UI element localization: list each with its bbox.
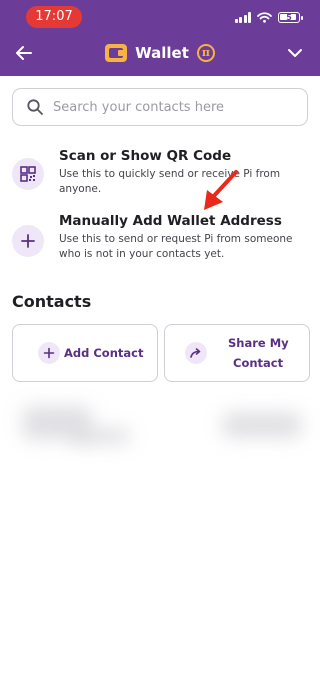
share-contact-label-line2: Contact <box>233 356 284 370</box>
status-time: 17:07 <box>26 6 82 28</box>
battery-icon: 5 <box>278 11 303 23</box>
scan-qr-title: Scan or Show QR Code <box>59 148 232 164</box>
wallet-icon <box>105 44 128 62</box>
share-icon <box>185 342 207 364</box>
search-input[interactable] <box>53 89 298 125</box>
qr-code-icon <box>12 158 44 190</box>
status-bar: 17:07 5 <box>0 0 320 34</box>
manual-wallet-option[interactable]: Manually Add Wallet Address Use this to … <box>12 213 308 269</box>
header-title-group: Wallet π <box>0 38 320 68</box>
header: Wallet π <box>0 34 320 76</box>
contacts-heading: Contacts <box>12 292 92 311</box>
manual-wallet-description: Use this to send or request Pi from some… <box>59 233 293 260</box>
add-contact-label: Add Contact <box>64 346 144 360</box>
share-contact-label-line1: Share My <box>228 336 289 350</box>
status-icons: 5 <box>234 10 303 24</box>
signal-icon <box>234 11 251 23</box>
blurred-contact-list <box>0 392 320 680</box>
wifi-icon <box>257 11 272 23</box>
search-bar[interactable] <box>12 88 308 126</box>
pi-coin-icon: π <box>196 44 215 62</box>
battery-level: 5 <box>286 12 292 22</box>
blurred-text <box>70 428 130 444</box>
annotation-arrow-icon <box>204 170 238 210</box>
add-contact-button[interactable]: Add Contact <box>12 324 158 382</box>
plus-icon <box>38 342 60 364</box>
blurred-text <box>222 412 302 438</box>
scan-qr-option[interactable]: Scan or Show QR Code Use this to quickly… <box>12 148 308 204</box>
chevron-down-icon[interactable] <box>282 40 308 66</box>
scan-qr-description: Use this to quickly send or receive Pi f… <box>59 168 281 195</box>
search-icon <box>27 99 43 115</box>
top-bar: 17:07 5 Wallet π <box>0 0 320 76</box>
plus-icon <box>12 225 44 257</box>
manual-wallet-title: Manually Add Wallet Address <box>59 213 282 229</box>
page-title: Wallet <box>135 44 189 62</box>
share-contact-button[interactable]: Share My Contact <box>164 324 310 382</box>
